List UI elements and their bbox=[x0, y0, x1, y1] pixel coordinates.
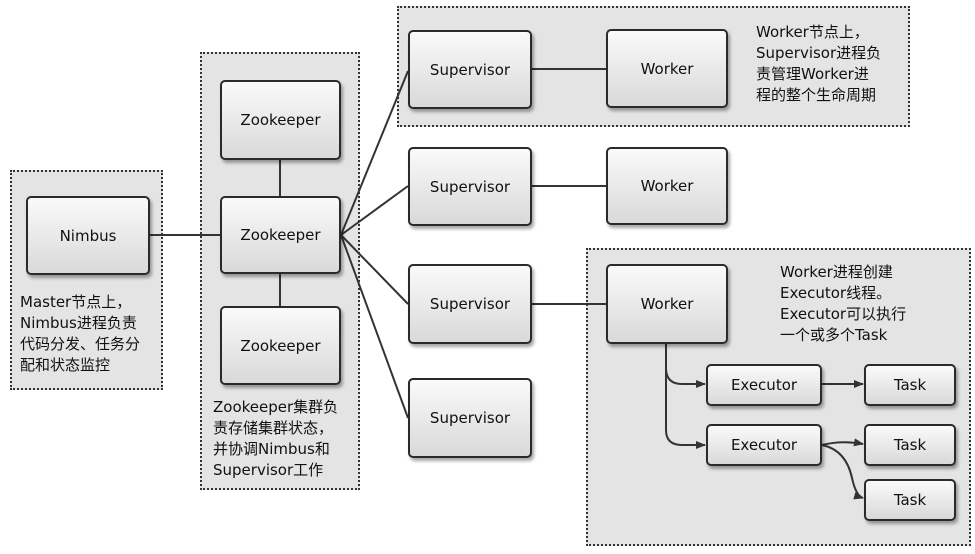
supervisor-node-1[interactable]: Supervisor bbox=[408, 30, 532, 109]
worker-node-3[interactable]: Worker bbox=[606, 264, 728, 344]
edge-zk-supervisor-4 bbox=[340, 234, 409, 419]
edge-executor2-task2 bbox=[821, 438, 864, 447]
worker-node-2[interactable]: Worker bbox=[606, 147, 728, 225]
supervisor-node-4[interactable]: Supervisor bbox=[408, 378, 532, 458]
zookeeper-node-top[interactable]: Zookeeper bbox=[220, 80, 341, 160]
edge-zk-supervisor-3 bbox=[340, 234, 409, 305]
edge-executor2-task3 bbox=[821, 444, 864, 500]
nimbus-node[interactable]: Nimbus bbox=[26, 196, 150, 275]
executor-node-2[interactable]: Executor bbox=[706, 424, 822, 466]
task-node-1[interactable]: Task bbox=[864, 364, 956, 406]
zookeeper-cluster-note: Zookeeper集群负 责存储集群状态， 并协调Nimbus和 Supervi… bbox=[213, 398, 339, 479]
master-node-note: Master节点上， Nimbus进程负责 代码分发、任务分 配和状态监控 bbox=[20, 293, 141, 374]
supervisor-node-2[interactable]: Supervisor bbox=[408, 147, 532, 226]
edge-worker3-executor1 bbox=[665, 344, 706, 388]
zookeeper-node-middle[interactable]: Zookeeper bbox=[220, 196, 341, 274]
task-node-2[interactable]: Task bbox=[864, 424, 956, 466]
zookeeper-node-bottom[interactable]: Zookeeper bbox=[220, 306, 341, 385]
worker-node-note: Worker节点上， Supervisor进程负 责管理Worker进 程的整个… bbox=[756, 23, 882, 104]
supervisor-node-3[interactable]: Supervisor bbox=[408, 264, 532, 344]
edge-worker3-executor2 bbox=[665, 368, 706, 449]
worker-node-1[interactable]: Worker bbox=[606, 29, 728, 108]
executor-node-1[interactable]: Executor bbox=[706, 364, 822, 406]
worker-process-note: Worker进程创建 Executor线程。 Executor可以执行 一个或多… bbox=[780, 263, 907, 344]
task-node-3[interactable]: Task bbox=[864, 479, 956, 521]
